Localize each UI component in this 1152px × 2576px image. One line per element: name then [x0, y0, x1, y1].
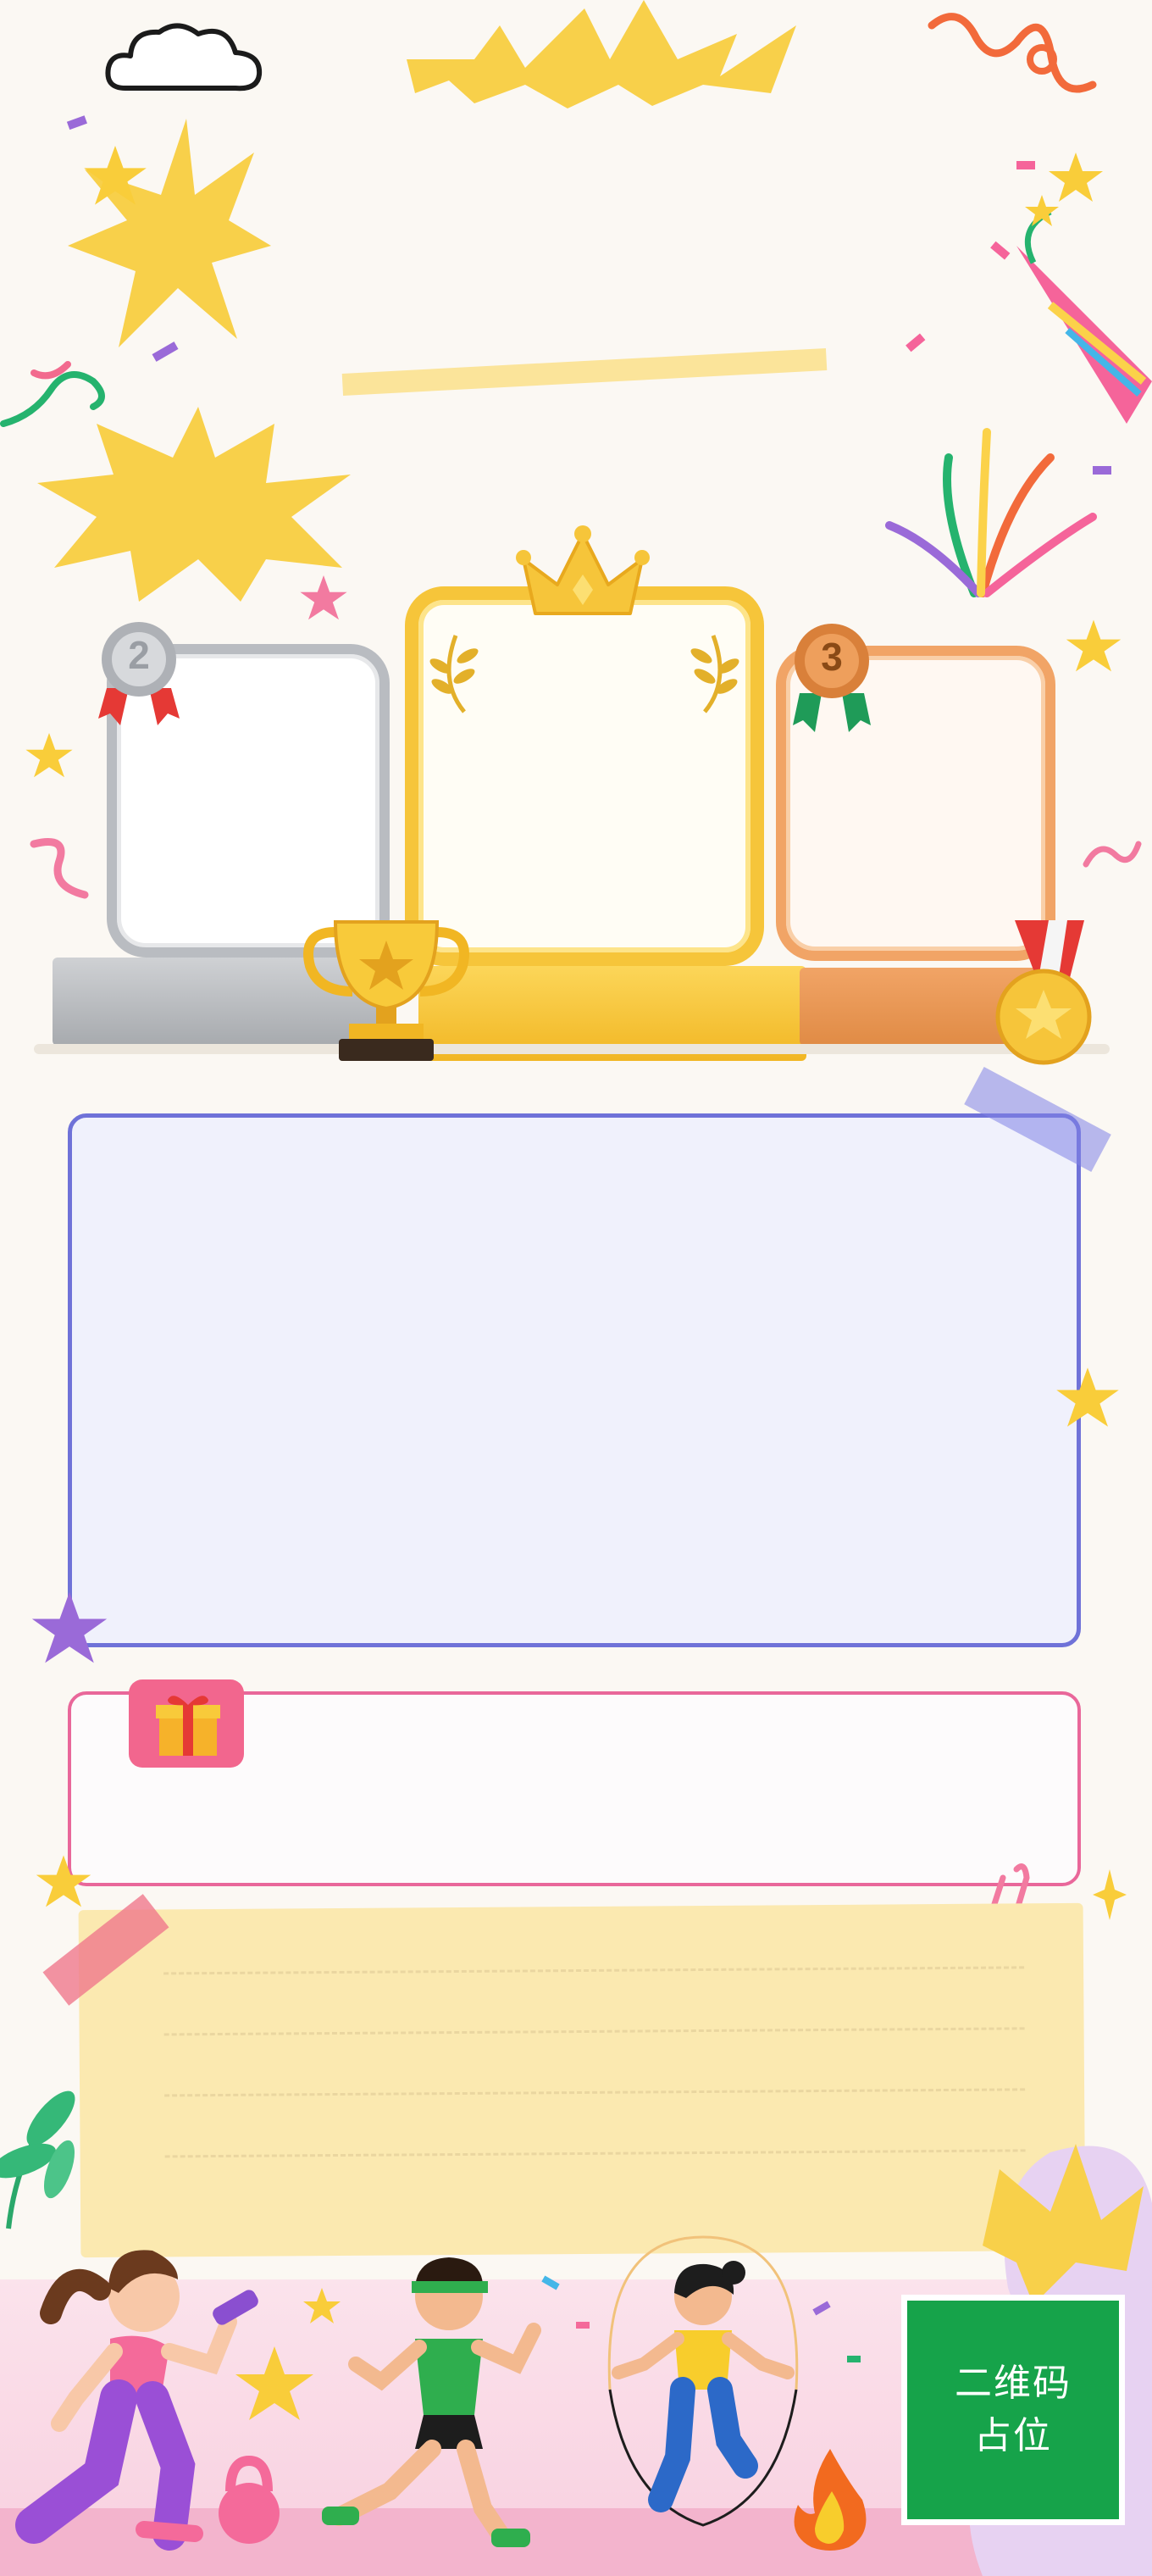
- leaf-icon: [0, 2090, 75, 2229]
- kettlebell-icon: [219, 2455, 280, 2544]
- star-icon: [25, 733, 73, 778]
- gift-icon: [156, 1696, 220, 1756]
- zigzag-burst-top: [407, 0, 796, 108]
- crown-icon: [516, 525, 650, 615]
- star-icon: [300, 575, 347, 620]
- qr-code-placeholder: 二维码 占位: [901, 2295, 1125, 2525]
- bronze-medal-icon: 3: [788, 622, 876, 732]
- confetti-burst-right: [885, 153, 1111, 597]
- gold-medal-icon: [995, 920, 1092, 1065]
- pale-yellow-stroke: [341, 348, 828, 396]
- ribbon-swirl-left: [30, 838, 89, 899]
- podium-floor: [34, 1044, 1110, 1054]
- flame-icon: [794, 2449, 867, 2551]
- cloud-icon: [105, 23, 263, 92]
- content-panel-purple: [68, 1113, 1081, 1647]
- laurel-right-icon: [690, 635, 739, 713]
- medal-number-third: 3: [821, 635, 843, 679]
- trophy-icon: [303, 920, 469, 1061]
- note-card-yellow: [78, 1902, 1086, 2258]
- qr-placeholder-label: 二维码 占位: [955, 2362, 1072, 2457]
- ribbon-swirl-right: [1083, 841, 1142, 868]
- sparkle-icon: [1093, 1869, 1127, 1920]
- confetti-bottom: [303, 2275, 861, 2362]
- star-icon: [1066, 619, 1122, 672]
- star-icon: [36, 1855, 91, 1907]
- star-icon: [31, 1591, 108, 1663]
- laurel-left-icon: [429, 635, 479, 713]
- medal-number-second: 2: [128, 633, 150, 677]
- star-icon: [1056, 1368, 1119, 1427]
- confetti-left: [0, 115, 179, 427]
- silver-medal-icon: 2: [95, 620, 183, 725]
